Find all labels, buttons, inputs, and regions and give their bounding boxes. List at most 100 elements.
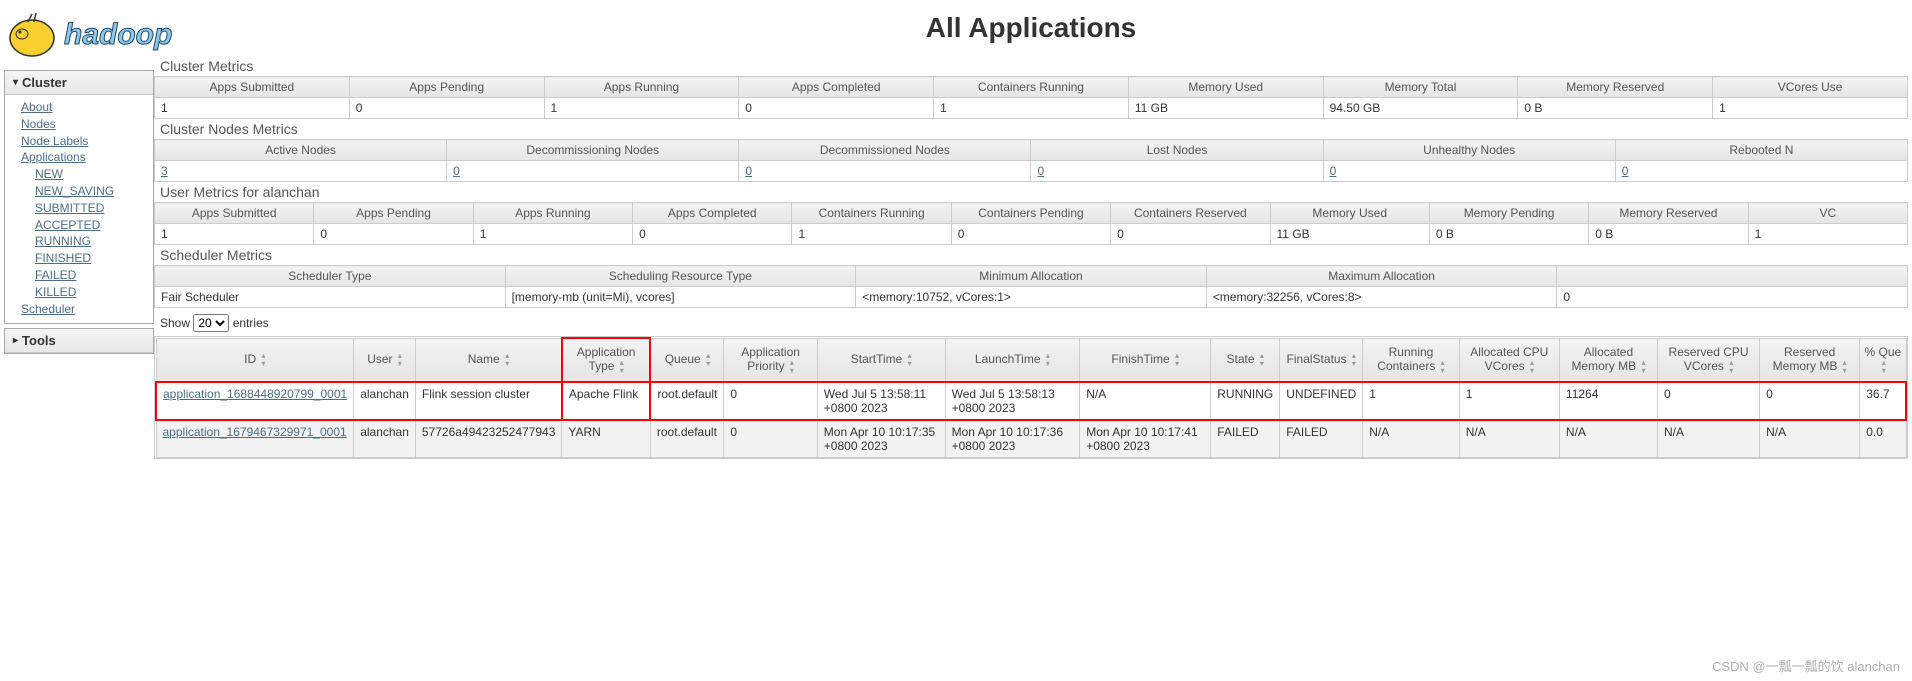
apps-cell-alloc_mem: 11264	[1559, 382, 1657, 420]
metrics-value: 0	[633, 224, 792, 245]
apps-cell-queue: root.default	[650, 420, 724, 458]
metrics-header: Minimum Allocation	[856, 266, 1207, 287]
metrics-header: Decommissioned Nodes	[739, 140, 1031, 161]
sort-icon: ▴▾	[1441, 359, 1445, 375]
metrics-header: Decommissioning Nodes	[447, 140, 739, 161]
apps-column-header[interactable]: Queue ▴▾	[650, 338, 724, 382]
apps-column-header[interactable]: ID ▴▾	[156, 338, 354, 382]
metrics-value: 1	[544, 98, 739, 119]
metrics-header: Memory Reserved	[1518, 77, 1713, 98]
metrics-value: 1	[1713, 98, 1908, 119]
apps-cell-res_mem: 0	[1760, 382, 1860, 420]
application-id-link[interactable]: application_1688448920799_0001	[163, 387, 347, 401]
metrics-header: Containers Reserved	[1111, 203, 1270, 224]
metrics-header: Apps Completed	[739, 77, 934, 98]
sidebar-app-state-running[interactable]: RUNNING	[35, 233, 147, 250]
sidebar-tools-header[interactable]: Tools	[5, 329, 153, 353]
apps-cell-alloc_mem: N/A	[1559, 420, 1657, 458]
metrics-header: Unhealthy Nodes	[1323, 140, 1615, 161]
apps-cell-launch: Mon Apr 10 10:17:36 +0800 2023	[945, 420, 1080, 458]
applications-table: ID ▴▾User ▴▾Name ▴▾Application Type ▴▾Qu…	[155, 337, 1907, 458]
cluster-nodes-table: Active NodesDecommissioning NodesDecommi…	[154, 139, 1908, 182]
sort-icon: ▴▾	[1882, 359, 1886, 375]
application-id-link[interactable]: application_1679467329971_0001	[163, 425, 347, 439]
apps-column-header[interactable]: LaunchTime ▴▾	[945, 338, 1080, 382]
metrics-value: [memory-mb (unit=Mi), vcores]	[505, 287, 856, 308]
metrics-header: Memory Pending	[1429, 203, 1588, 224]
apps-cell-finish: Mon Apr 10 10:17:41 +0800 2023	[1080, 420, 1211, 458]
metrics-value: 0	[1031, 161, 1323, 182]
apps-column-header[interactable]: Application Type ▴▾	[562, 338, 650, 382]
page-title: All Applications	[154, 12, 1908, 44]
metrics-header: Memory Used	[1270, 203, 1429, 224]
sidebar-app-state-killed[interactable]: KILLED	[35, 284, 147, 301]
show-entries-select[interactable]: 20	[193, 314, 229, 332]
sort-icon: ▴▾	[1175, 352, 1179, 368]
sidebar-app-state-accepted[interactable]: ACCEPTED	[35, 217, 147, 234]
apps-column-header[interactable]: Allocated Memory MB ▴▾	[1559, 338, 1657, 382]
apps-column-header[interactable]: User ▴▾	[354, 338, 416, 382]
apps-column-header[interactable]: FinalStatus ▴▾	[1280, 338, 1363, 382]
apps-column-header[interactable]: FinishTime ▴▾	[1080, 338, 1211, 382]
metrics-header: Active Nodes	[155, 140, 447, 161]
sort-icon: ▴▾	[1641, 359, 1645, 375]
metrics-header: Apps Running	[544, 77, 739, 98]
metrics-value: <memory:32256, vCores:8>	[1206, 287, 1557, 308]
sort-icon: ▴▾	[908, 352, 912, 368]
user-metrics-title: User Metrics for alanchan	[160, 184, 1908, 200]
metrics-header: Memory Total	[1323, 77, 1518, 98]
sidebar-link-applications[interactable]: Applications	[21, 149, 147, 166]
metrics-header: Apps Submitted	[155, 203, 314, 224]
sort-icon: ▴▾	[262, 352, 266, 368]
sidebar-app-state-new[interactable]: NEW	[35, 166, 147, 183]
table-row: application_1688448920799_0001alanchanFl…	[156, 382, 1906, 420]
sidebar-app-state-new_saving[interactable]: NEW_SAVING	[35, 183, 147, 200]
apps-cell-id: application_1679467329971_0001	[156, 420, 354, 458]
metrics-header: Memory Used	[1128, 77, 1323, 98]
metrics-value: 0 B	[1429, 224, 1588, 245]
sidebar-cluster-header[interactable]: Cluster	[5, 71, 153, 95]
sidebar-link-node-labels[interactable]: Node Labels	[21, 133, 147, 150]
scheduler-metrics-title: Scheduler Metrics	[160, 247, 1908, 263]
metrics-header: Memory Reserved	[1589, 203, 1748, 224]
metrics-value: 0	[314, 224, 473, 245]
apps-cell-final: FAILED	[1280, 420, 1363, 458]
apps-column-header[interactable]: State ▴▾	[1211, 338, 1280, 382]
apps-column-header[interactable]: Reserved Memory MB ▴▾	[1760, 338, 1860, 382]
metrics-value: 0	[447, 161, 739, 182]
apps-column-header[interactable]: Application Priority ▴▾	[724, 338, 817, 382]
sort-icon: ▴▾	[1530, 359, 1534, 375]
show-entries-bar: Show 20 entries	[160, 314, 1908, 332]
sort-icon: ▴▾	[1843, 359, 1847, 375]
metrics-header	[1557, 266, 1908, 287]
sidebar-link-scheduler[interactable]: Scheduler	[21, 301, 147, 318]
sidebar-link-nodes[interactable]: Nodes	[21, 116, 147, 133]
sidebar-app-state-failed[interactable]: FAILED	[35, 267, 147, 284]
metrics-value: 1	[934, 98, 1129, 119]
apps-column-header[interactable]: Running Containers ▴▾	[1363, 338, 1460, 382]
cluster-nodes-title: Cluster Nodes Metrics	[160, 121, 1908, 137]
metrics-value: 11 GB	[1128, 98, 1323, 119]
metrics-header: Apps Pending	[349, 77, 544, 98]
apps-column-header[interactable]: StartTime ▴▾	[817, 338, 945, 382]
sort-icon: ▴▾	[1046, 352, 1050, 368]
metrics-header: Apps Submitted	[155, 77, 350, 98]
apps-column-header[interactable]: % Que ▴▾	[1860, 338, 1906, 382]
sidebar-link-about[interactable]: About	[21, 99, 147, 116]
user-metrics-table: Apps SubmittedApps PendingApps RunningAp…	[154, 202, 1908, 245]
apps-column-header[interactable]: Reserved CPU VCores ▴▾	[1658, 338, 1760, 382]
apps-cell-launch: Wed Jul 5 13:58:13 +0800 2023	[945, 382, 1080, 420]
apps-cell-priority: 0	[724, 420, 817, 458]
apps-column-header[interactable]: Allocated CPU VCores ▴▾	[1459, 338, 1559, 382]
apps-cell-alloc_vcores: 1	[1459, 382, 1559, 420]
apps-column-header[interactable]: Name ▴▾	[415, 338, 561, 382]
apps-cell-running_containers: 1	[1363, 382, 1460, 420]
metrics-header: VCores Use	[1713, 77, 1908, 98]
metrics-value: 0 B	[1518, 98, 1713, 119]
metrics-header: Containers Pending	[951, 203, 1110, 224]
metrics-value: 0	[1111, 224, 1270, 245]
sidebar-app-state-finished[interactable]: FINISHED	[35, 250, 147, 267]
sidebar-app-state-submitted[interactable]: SUBMITTED	[35, 200, 147, 217]
apps-cell-final: UNDEFINED	[1280, 382, 1363, 420]
sort-icon: ▴▾	[505, 352, 509, 368]
